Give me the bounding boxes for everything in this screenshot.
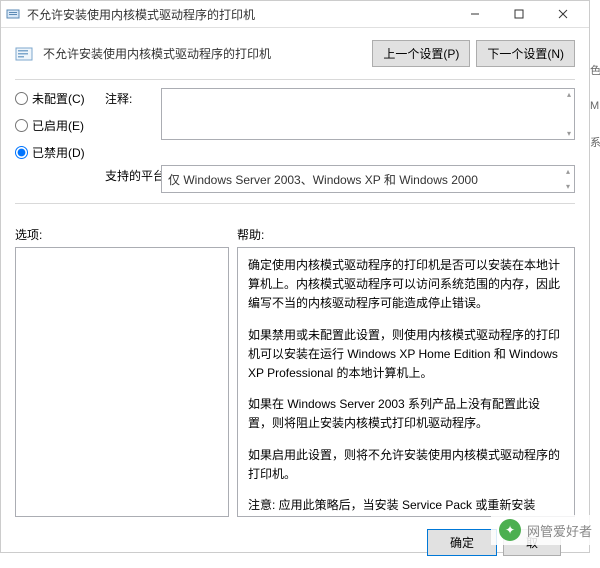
- help-paragraph: 如果启用此设置，则将不允许安装使用内核模式驱动程序的打印机。: [248, 446, 564, 484]
- header-row: 不允许安装使用内核模式驱动程序的打印机 上一个设置(P) 下一个设置(N): [15, 36, 575, 77]
- scrollbar-stub: ▴ ▾: [563, 89, 575, 139]
- edge-hint: M: [590, 100, 600, 112]
- scroll-up-icon: ▴: [566, 167, 570, 176]
- comment-label: 注释:: [105, 88, 155, 107]
- wechat-icon: ✦: [499, 519, 521, 541]
- ok-button[interactable]: 确定: [427, 529, 497, 556]
- close-button[interactable]: [541, 1, 585, 27]
- help-label: 帮助:: [237, 226, 575, 243]
- maximize-button[interactable]: [497, 1, 541, 27]
- help-box[interactable]: 确定使用内核模式驱动程序的打印机是否可以安装在本地计算机上。内核模式驱动程序可以…: [237, 247, 575, 517]
- edge-hints: 色 M 系: [590, 62, 600, 172]
- state-radios: 未配置(C) 已启用(E) 已禁用(D): [15, 88, 99, 161]
- lower-row: 确定使用内核模式驱动程序的打印机是否可以安装在本地计算机上。内核模式驱动程序可以…: [15, 247, 575, 517]
- next-setting-button[interactable]: 下一个设置(N): [476, 40, 575, 67]
- policy-title: 不允许安装使用内核模式驱动程序的打印机: [43, 45, 366, 62]
- scroll-up-icon: ▴: [567, 90, 571, 99]
- edge-hint: 色: [590, 62, 600, 78]
- dialog-content: 不允许安装使用内核模式驱动程序的打印机 上一个设置(P) 下一个设置(N) 未配…: [1, 28, 589, 568]
- radio-disabled[interactable]: 已禁用(D): [15, 144, 99, 161]
- comment-input[interactable]: [161, 88, 575, 140]
- policy-icon: [5, 6, 21, 22]
- scrollbar-stub: ▴ ▾: [562, 166, 574, 192]
- options-box: [15, 247, 229, 517]
- radio-not-configured-label: 未配置(C): [32, 90, 85, 107]
- window-title: 不允许安装使用内核模式驱动程序的打印机: [27, 6, 453, 23]
- help-paragraph: 注意: 应用此策略后，当安装 Service Pack 或重新安装 Window…: [248, 496, 564, 517]
- scroll-down-icon: ▾: [566, 182, 570, 191]
- help-paragraph: 如果在 Windows Server 2003 系列产品上没有配置此设置，则将阻…: [248, 395, 564, 433]
- options-label: 选项:: [15, 226, 237, 243]
- radio-not-configured[interactable]: 未配置(C): [15, 90, 99, 107]
- titlebar: 不允许安装使用内核模式驱动程序的打印机: [1, 1, 589, 28]
- radio-not-configured-input[interactable]: [15, 92, 28, 105]
- previous-setting-button[interactable]: 上一个设置(P): [372, 40, 470, 67]
- dialog-window: 不允许安装使用内核模式驱动程序的打印机 不允许安装使用内核模式驱动程序的打印机 …: [0, 0, 590, 553]
- radio-enabled[interactable]: 已启用(E): [15, 117, 99, 134]
- platform-label: 支持的平台:: [105, 165, 155, 184]
- divider: [15, 203, 575, 204]
- radio-enabled-input[interactable]: [15, 119, 28, 132]
- window-controls: [453, 1, 585, 27]
- minimize-button[interactable]: [453, 1, 497, 27]
- help-paragraph: 确定使用内核模式驱动程序的打印机是否可以安装在本地计算机上。内核模式驱动程序可以…: [248, 256, 564, 314]
- divider: [15, 79, 575, 80]
- edge-hint: 系: [590, 134, 600, 150]
- watermark-text: 网管爱好者: [527, 521, 592, 540]
- supported-platform-text: 仅 Windows Server 2003、Windows XP 和 Windo…: [168, 171, 478, 188]
- policy-header-icon: [15, 45, 35, 63]
- config-grid: 未配置(C) 已启用(E) 已禁用(D) 注释: ▴ ▾: [15, 88, 575, 193]
- watermark: ✦ 网管爱好者: [491, 515, 600, 545]
- scroll-down-icon: ▾: [567, 129, 571, 138]
- help-paragraph: 如果禁用或未配置此设置，则使用内核模式驱动程序的打印机可以安装在运行 Windo…: [248, 326, 564, 384]
- radio-enabled-label: 已启用(E): [32, 117, 84, 134]
- radio-disabled-input[interactable]: [15, 146, 28, 159]
- columns-header: 选项: 帮助:: [15, 226, 575, 243]
- radio-disabled-label: 已禁用(D): [32, 144, 85, 161]
- supported-platform-box: 仅 Windows Server 2003、Windows XP 和 Windo…: [161, 165, 575, 193]
